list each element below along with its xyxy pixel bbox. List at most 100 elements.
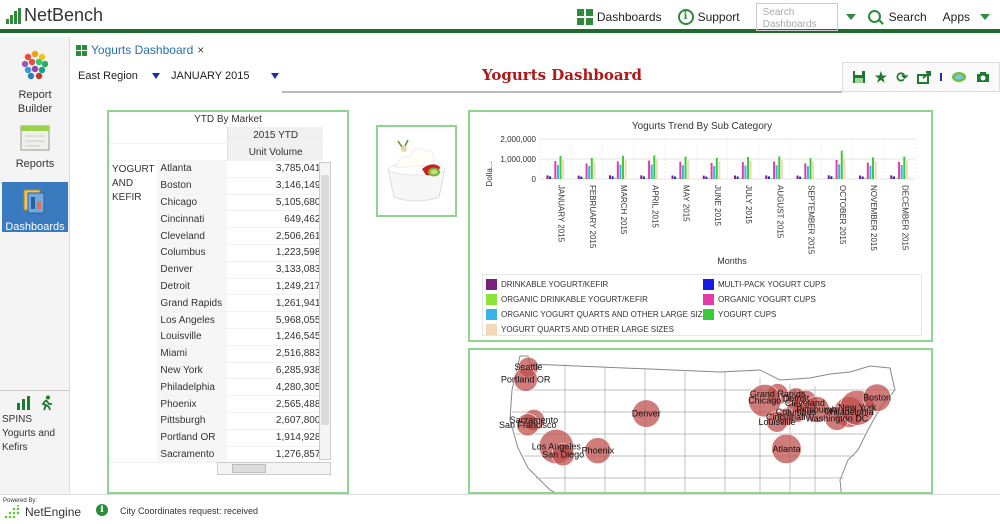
app-logo[interactable]: NetBench	[6, 5, 103, 26]
ytd-col-header[interactable]: 2015 YTD	[226, 127, 324, 145]
chart-bar	[609, 175, 612, 179]
legend-item[interactable]: MULTI-PACK YOGURT CUPS	[703, 279, 826, 290]
chat-bubble-icon[interactable]	[951, 71, 967, 83]
chart-bar	[582, 177, 585, 179]
chart-ticks: 2,000,000 1,000,000 0 JANUARY 2015 FEBRUARY …	[500, 135, 909, 255]
chart-bar	[827, 175, 830, 179]
legend-item[interactable]: ORGANIC YOGURT QUARTS AND OTHER LARGE SI…	[486, 309, 713, 320]
yogurts-trend-chart-panel: Yogurts Trend By Sub Category Dolla... M…	[468, 110, 933, 342]
unit-volume-cell: 2,506,261	[227, 227, 324, 246]
legend-item[interactable]: ORGANIC DRINKABLE YOGURT/KEFIR	[486, 294, 648, 305]
chart-flag-icon[interactable]	[16, 395, 32, 411]
chart-x-tick-label: FEBRUARY 2015	[588, 185, 597, 249]
chart-bar	[739, 177, 742, 179]
chart-x-axis-label: Months	[717, 256, 747, 266]
chart-bar	[801, 177, 804, 179]
chart-title: Yogurts Trend By Sub Category	[632, 121, 772, 132]
favorite-star-icon[interactable]: ★	[875, 69, 888, 86]
chart-bar	[770, 177, 773, 179]
ytd-vertical-scrollbar[interactable]	[319, 162, 331, 460]
period-dropdown-icon[interactable]	[271, 73, 279, 79]
chart-bar	[843, 159, 846, 179]
dashboard-tab-icon	[76, 44, 87, 56]
tab-close-icon[interactable]: ×	[197, 43, 204, 57]
support-nav-button[interactable]: i Support	[670, 0, 748, 33]
market-name-cell: New York	[157, 362, 228, 380]
map-city-label: New York	[838, 403, 877, 413]
ytd-sub-header: Unit Volume	[226, 143, 324, 162]
chart-bar	[551, 177, 554, 179]
market-name-cell: Phoenix	[157, 395, 228, 414]
map-city-label: Louisville	[758, 417, 795, 427]
ytd-by-market-panel: YTD By Market 2015 YTD Unit Volume YOGUR…	[107, 110, 349, 494]
camera-icon[interactable]	[976, 71, 990, 83]
sidebar-item-reports[interactable]: Reports	[2, 119, 68, 175]
chart-bar	[778, 156, 781, 179]
unit-volume-cell: 1,249,217	[227, 278, 324, 296]
search-icon	[867, 10, 881, 23]
dashboards-nav-button[interactable]: Dashboards	[569, 0, 670, 33]
ytd-vscroll-thumb[interactable]	[321, 175, 329, 425]
share-icon[interactable]	[917, 70, 932, 84]
chart-x-tick-label: DECEMBER 2015	[900, 185, 909, 251]
sidebar-item-dashboards[interactable]: Dashboards	[2, 182, 68, 233]
chart-legend: DRINKABLE YOGURT/KEFIR MULTI-PACK YOGURT…	[482, 274, 922, 336]
period-filter[interactable]: JANUARY 2015	[171, 70, 249, 82]
report-builder-icon	[21, 50, 49, 80]
unit-volume-cell: 1,276,857	[227, 446, 324, 464]
legend-item[interactable]: ORGANIC YOGURT CUPS	[703, 294, 816, 305]
chart-x-tick-label: MARCH 2015	[619, 185, 628, 235]
chart-y-tick-label: 1,000,000	[500, 155, 536, 164]
chart-bar	[905, 160, 908, 179]
exit-runner-icon[interactable]	[38, 395, 54, 411]
dashboards-icon	[23, 189, 45, 214]
legend-item[interactable]: YOGURT CUPS	[703, 309, 776, 320]
map-city-label: Washington DC	[806, 413, 869, 423]
chart-bar	[718, 161, 721, 179]
legend-label: YOGURT QUARTS AND OTHER LARGE SIZES	[501, 325, 674, 334]
region-filter[interactable]: East Region	[78, 70, 138, 82]
ytd-table-body: YOGURT AND KEFIR Atlanta 3,785,041 Boston 3,…	[109, 160, 324, 464]
search-button[interactable]: Search	[860, 0, 935, 33]
market-name-cell: Los Angeles	[157, 311, 228, 330]
yogurt-image-panel	[376, 125, 457, 217]
vendor-logo: NetEngine	[4, 505, 81, 519]
map-city-label: Portland OR	[501, 375, 551, 385]
sidebar-item-report-builder[interactable]: Report Builder	[2, 43, 68, 115]
unit-volume-cell: 3,785,041	[227, 160, 324, 178]
tab-yogurts-dashboard[interactable]: Yogurts Dashboard ×	[76, 43, 204, 57]
chart-bar	[835, 160, 838, 179]
search-dashboards-input[interactable]: Search Dashboards	[755, 2, 838, 31]
ytd-hscroll-thumb[interactable]	[232, 464, 266, 473]
chart-bar	[874, 161, 877, 179]
unit-volume-cell: 1,914,928	[227, 429, 324, 447]
refresh-icon[interactable]: ⟳	[896, 69, 908, 86]
legend-item[interactable]: YOGURT QUARTS AND OTHER LARGE SIZES	[486, 324, 674, 335]
chart-bar	[775, 165, 778, 179]
legend-label: ORGANIC YOGURT QUARTS AND OTHER LARGE SI…	[501, 310, 714, 319]
chart-bar	[679, 161, 682, 179]
legend-item[interactable]: DRINKABLE YOGURT/KEFIR	[486, 279, 608, 290]
market-name-cell: Grand Rapids	[157, 294, 228, 313]
chart-bar	[676, 177, 679, 179]
powered-by-label: Powered By:	[3, 498, 38, 504]
chart-bar	[549, 176, 552, 179]
table-row[interactable]: YOGURT AND KEFIR Atlanta 3,785,041	[109, 160, 324, 464]
toolbar-marker-icon	[940, 73, 943, 81]
apps-menu[interactable]: Apps	[935, 0, 1000, 33]
region-dropdown-icon[interactable]	[152, 73, 160, 79]
ytd-horizontal-scrollbar[interactable]	[217, 462, 331, 475]
chart-bar	[707, 177, 710, 179]
save-icon[interactable]	[852, 70, 866, 84]
search-dropdown-icon[interactable]	[845, 13, 856, 20]
ytd-header-row: 2015 YTD	[109, 127, 324, 145]
chart-bar	[869, 165, 872, 179]
chart-bar	[747, 157, 750, 179]
chart-bar	[859, 175, 862, 179]
unit-volume-cell: 3,146,149	[227, 177, 324, 195]
market-name-cell: Chicago	[157, 194, 228, 212]
map-city-label: San Diego	[542, 450, 584, 460]
netengine-logo-icon	[4, 505, 20, 519]
top-bar: NetBench Dashboards i Support Search Das…	[0, 0, 1000, 33]
legend-swatch	[703, 309, 714, 320]
